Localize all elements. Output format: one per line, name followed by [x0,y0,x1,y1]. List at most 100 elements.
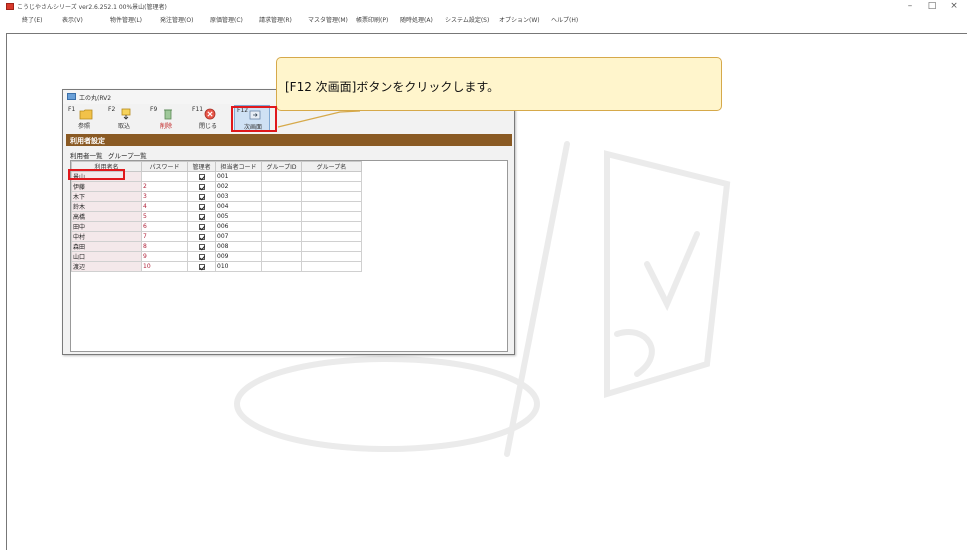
menu-system[interactable]: システム設定(S) [445,15,489,24]
staff-code-cell[interactable]: 001 [215,171,262,182]
user-name-cell[interactable]: 伊藤 [71,181,142,192]
menu-view[interactable]: 表示(V) [62,15,83,24]
user-name-cell[interactable]: 渡辺 [71,261,142,272]
close-button[interactable]: × [945,1,963,12]
staff-code-cell[interactable]: 004 [215,201,262,212]
staff-code-cell[interactable]: 003 [215,191,262,202]
col-header-group-name[interactable]: グループ名 [301,161,362,172]
password-cell[interactable] [141,171,188,182]
table-row[interactable]: 田中 6 006 [71,221,362,232]
table-row[interactable]: 森田 8 008 [71,241,362,252]
table-row[interactable]: 伊藤 2 002 [71,181,362,192]
user-name-cell[interactable]: 高橋 [71,211,142,222]
user-name-cell[interactable]: 中村 [71,231,142,242]
password-cell[interactable]: 2 [141,181,188,192]
menu-exit[interactable]: 終了(E) [22,15,42,24]
password-cell[interactable]: 10 [141,261,188,272]
table-row[interactable]: 高橋 5 005 [71,211,362,222]
group-id-cell[interactable] [261,201,302,212]
tab-group-list[interactable]: グループ一覧 [108,150,147,160]
col-header-group-id[interactable]: グループID [261,161,302,172]
menu-order[interactable]: 発注管理(O) [160,15,193,24]
group-id-cell[interactable] [261,241,302,252]
staff-code-cell[interactable]: 007 [215,231,262,242]
admin-cell[interactable] [187,191,216,202]
menu-option[interactable]: オプション(W) [499,15,540,24]
group-name-cell[interactable] [301,261,362,272]
col-header-staff-code[interactable]: 担当者コード [215,161,262,172]
staff-code-cell[interactable]: 010 [215,261,262,272]
group-name-cell[interactable] [301,221,362,232]
group-name-cell[interactable] [301,251,362,262]
admin-cell[interactable] [187,171,216,182]
maximize-button[interactable]: □ [923,1,941,12]
group-name-cell[interactable] [301,241,362,252]
checkbox-checked-icon[interactable] [198,243,205,250]
checkbox-checked-icon[interactable] [198,193,205,200]
group-name-cell[interactable] [301,171,362,182]
menu-help[interactable]: ヘルプ(H) [551,15,578,24]
table-row[interactable]: 山口 9 009 [71,251,362,262]
user-name-cell[interactable]: 山口 [71,251,142,262]
col-header-password[interactable]: パスワード [141,161,188,172]
password-cell[interactable]: 6 [141,221,188,232]
table-row[interactable]: 渡辺 10 010 [71,261,362,272]
group-id-cell[interactable] [261,211,302,222]
group-name-cell[interactable] [301,201,362,212]
checkbox-checked-icon[interactable] [198,233,205,240]
group-name-cell[interactable] [301,181,362,192]
table-row[interactable]: 中村 7 007 [71,231,362,242]
f9-delete-button[interactable]: F9 削除 [148,105,184,131]
staff-code-cell[interactable]: 009 [215,251,262,262]
password-cell[interactable]: 3 [141,191,188,202]
group-id-cell[interactable] [261,191,302,202]
admin-cell[interactable] [187,201,216,212]
password-cell[interactable]: 8 [141,241,188,252]
checkbox-checked-icon[interactable] [198,203,205,210]
staff-code-cell[interactable]: 002 [215,181,262,192]
checkbox-checked-icon[interactable] [198,263,205,270]
minimize-button[interactable]: – [901,1,919,12]
f1-reference-button[interactable]: F1 参照 [66,105,102,131]
menu-master[interactable]: マスタ管理(M) [308,15,348,24]
menu-property[interactable]: 物件管理(L) [110,15,142,24]
group-id-cell[interactable] [261,231,302,242]
checkbox-checked-icon[interactable] [198,213,205,220]
admin-cell[interactable] [187,251,216,262]
admin-cell[interactable] [187,261,216,272]
checkbox-checked-icon[interactable] [198,173,205,180]
admin-cell[interactable] [187,181,216,192]
menu-adhoc[interactable]: 随時処理(A) [400,15,433,24]
table-row[interactable]: 木下 3 003 [71,191,362,202]
password-cell[interactable]: 5 [141,211,188,222]
group-name-cell[interactable] [301,191,362,202]
table-row[interactable]: 鈴木 4 004 [71,201,362,212]
user-name-cell[interactable]: 森田 [71,241,142,252]
f2-import-button[interactable]: F2 取込 [106,105,142,131]
f11-close-button[interactable]: F11 閉じる [190,105,226,131]
user-name-cell[interactable]: 鈴木 [71,201,142,212]
password-cell[interactable]: 7 [141,231,188,242]
user-name-cell[interactable]: 木下 [71,191,142,202]
staff-code-cell[interactable]: 006 [215,221,262,232]
menu-cost[interactable]: 原価管理(C) [210,15,243,24]
admin-cell[interactable] [187,241,216,252]
group-id-cell[interactable] [261,261,302,272]
admin-cell[interactable] [187,231,216,242]
user-name-cell[interactable]: 田中 [71,221,142,232]
staff-code-cell[interactable]: 008 [215,241,262,252]
menu-billing[interactable]: 請求管理(R) [259,15,292,24]
checkbox-checked-icon[interactable] [198,253,205,260]
checkbox-checked-icon[interactable] [198,183,205,190]
admin-cell[interactable] [187,221,216,232]
password-cell[interactable]: 9 [141,251,188,262]
admin-cell[interactable] [187,211,216,222]
checkbox-checked-icon[interactable] [198,223,205,230]
group-id-cell[interactable] [261,251,302,262]
group-id-cell[interactable] [261,181,302,192]
group-id-cell[interactable] [261,171,302,182]
menu-print[interactable]: 帳票印刷(P) [356,15,388,24]
staff-code-cell[interactable]: 005 [215,211,262,222]
group-name-cell[interactable] [301,211,362,222]
group-name-cell[interactable] [301,231,362,242]
